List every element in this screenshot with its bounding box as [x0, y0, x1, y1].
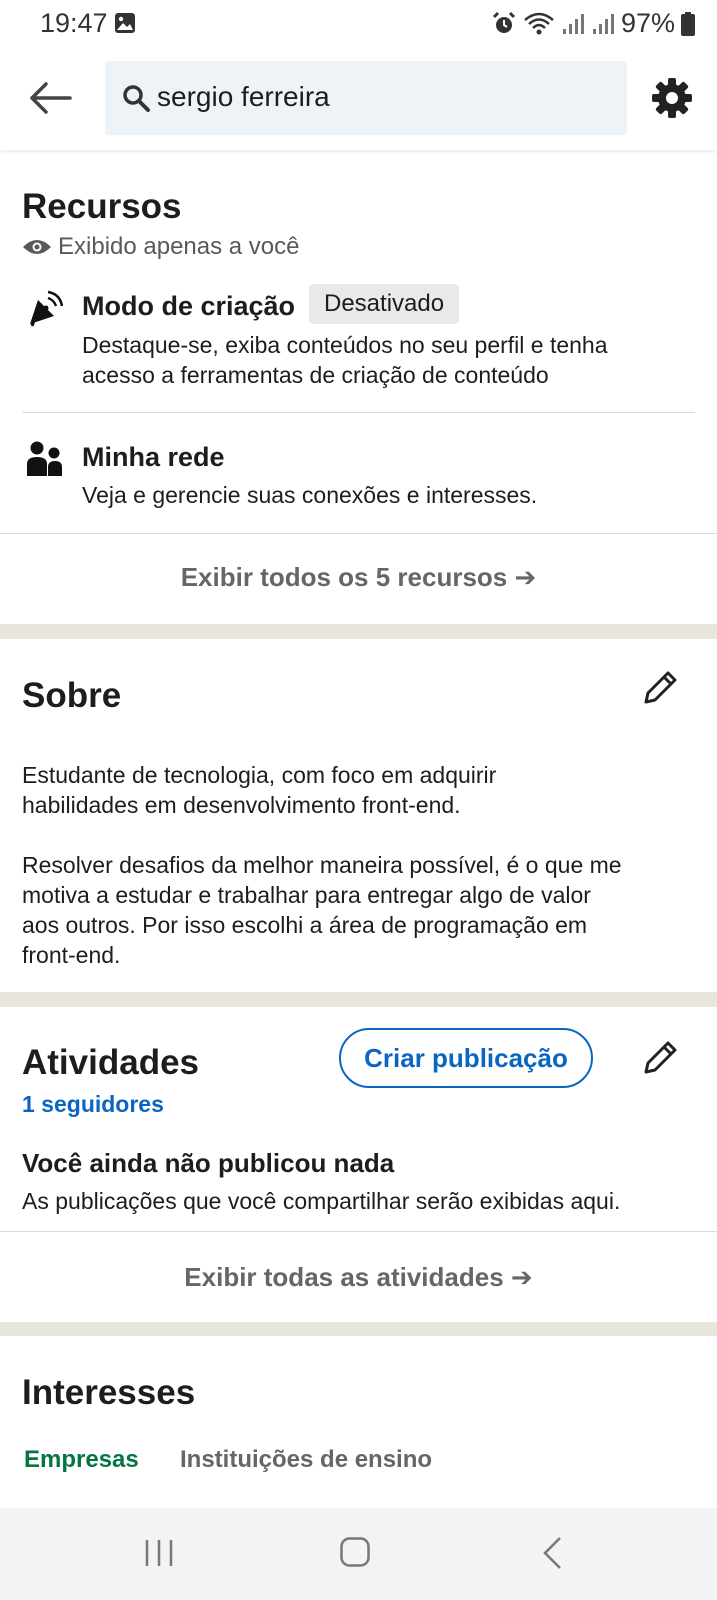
show-all-resources-label: Exibir todos os 5 recursos: [180, 562, 508, 592]
my-network-description: Veja e gerencie suas conexões e interess…: [82, 482, 538, 508]
my-network-item[interactable]: Minha rede Veja e gerencie suas conexões…: [0, 430, 717, 530]
show-all-activity-label: Exibir todas as atividades: [184, 1262, 504, 1292]
edit-pencil-icon[interactable]: [640, 668, 680, 708]
visibility-note: Exibido apenas a você: [22, 232, 300, 262]
resources-title: Recursos: [22, 187, 182, 226]
section-separator: [0, 624, 717, 639]
wifi-icon: [524, 12, 554, 34]
status-icons: 97%: [491, 8, 695, 39]
people-icon: [27, 441, 62, 476]
empty-activity-description: As publicações que você compartilhar ser…: [22, 1188, 621, 1214]
back-arrow-icon[interactable]: [26, 76, 74, 120]
about-text: Estudante de tecnologia, com foco em adq…: [22, 762, 622, 968]
search-query: sergio ferreira: [157, 81, 330, 112]
show-all-resources-link[interactable]: Exibir todos os 5 recursos ➔: [0, 562, 717, 593]
gallery-notification-icon: [115, 13, 135, 33]
empty-activity-title: Você ainda não publicou nada: [22, 1148, 395, 1178]
edit-pencil-icon[interactable]: [640, 1038, 680, 1078]
signal-icon: [562, 13, 584, 34]
status-badge: Desativado: [309, 284, 460, 324]
eye-icon: [23, 240, 51, 254]
visibility-text: Exibido apenas a você: [58, 233, 300, 260]
arrow-right-icon: ➔: [510, 1262, 533, 1292]
system-nav-bar: [0, 1508, 717, 1600]
divider: [0, 533, 717, 534]
gear-icon[interactable]: [648, 74, 696, 122]
battery-percent: 97%: [620, 8, 675, 38]
show-all-activity-link[interactable]: Exibir todas as atividades ➔: [0, 1262, 717, 1293]
activity-title: Atividades: [22, 1043, 199, 1082]
arrow-right-icon: ➔: [514, 562, 537, 592]
creator-mode-title: Modo de criação: [82, 291, 296, 321]
creator-mode-item[interactable]: Modo de criação Desativado Destaque-se, …: [0, 280, 717, 410]
alarm-icon: [492, 11, 516, 33]
creator-mode-description: Destaque-se, exiba conteúdos no seu perf…: [82, 332, 608, 388]
section-separator: [0, 992, 717, 1007]
signal-icon-2: [592, 13, 614, 34]
about-title: Sobre: [22, 676, 122, 715]
top-bar: sergio ferreira: [0, 46, 717, 150]
my-network-title: Minha rede: [82, 442, 225, 472]
search-input[interactable]: sergio ferreira: [105, 61, 627, 135]
divider: [22, 412, 695, 413]
home-icon[interactable]: [339, 1536, 371, 1568]
create-post-button[interactable]: Criar publicação: [339, 1028, 593, 1088]
broadcast-icon: [30, 290, 64, 327]
recent-apps-icon[interactable]: [144, 1538, 174, 1568]
tab-schools[interactable]: Instituições de ensino: [180, 1446, 432, 1474]
battery-icon: [681, 11, 695, 36]
interests-title: Interesses: [22, 1373, 196, 1412]
divider: [0, 1231, 717, 1232]
section-separator: [0, 1322, 717, 1336]
status-time: 19:47: [40, 8, 108, 38]
status-bar: 19:47 97%: [0, 0, 717, 46]
tab-companies[interactable]: Empresas: [24, 1446, 139, 1474]
followers-link[interactable]: 1 seguidores: [22, 1091, 164, 1118]
search-icon: [123, 85, 150, 112]
back-nav-icon[interactable]: [540, 1536, 564, 1570]
